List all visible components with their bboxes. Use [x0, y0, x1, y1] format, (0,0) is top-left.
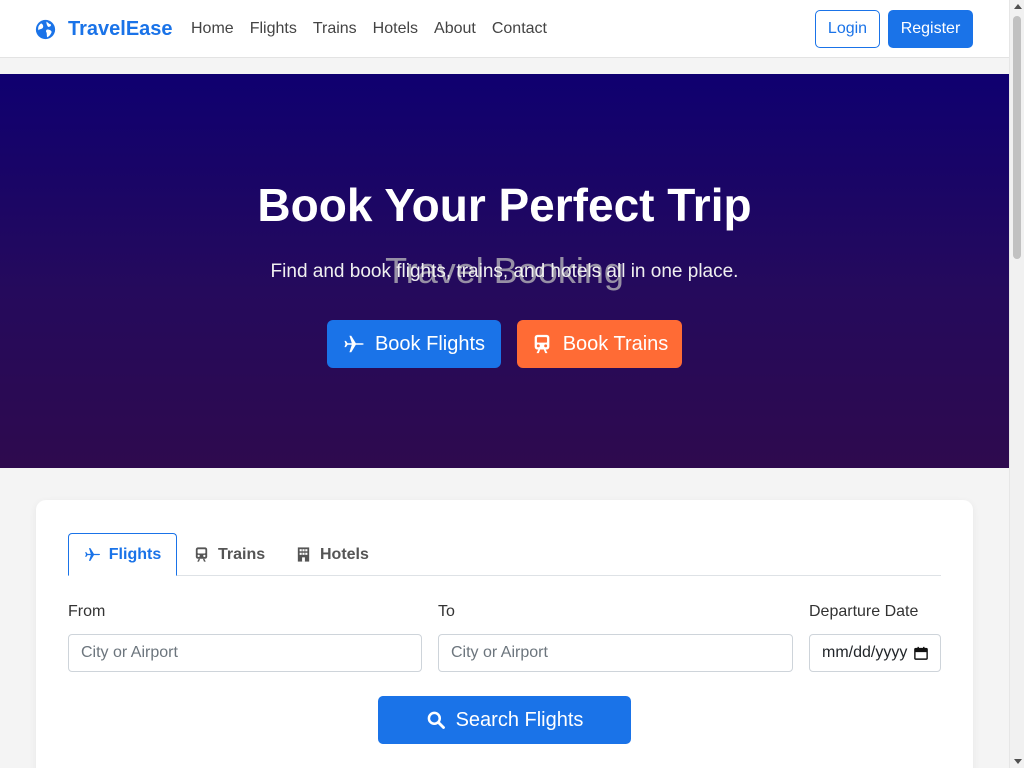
book-flights-button[interactable]: Book Flights: [327, 320, 501, 368]
scroll-up-arrow-icon[interactable]: [1014, 4, 1022, 9]
page-scrollbar[interactable]: [1009, 0, 1024, 768]
tab-trains-label: Trains: [218, 545, 266, 563]
plane-icon: [344, 335, 364, 353]
search-flights-button[interactable]: Search Flights: [378, 696, 631, 744]
nav-link-home[interactable]: Home: [183, 20, 242, 38]
plane-icon: [84, 548, 100, 561]
departure-date-label: Departure Date: [809, 603, 919, 620]
brand-logo[interactable]: TravelEase: [35, 0, 173, 58]
hero-subtitle: Find and book flights, trains, and hotel…: [270, 261, 739, 282]
tab-flights[interactable]: Flights: [68, 533, 177, 576]
train-icon: [534, 334, 550, 354]
tab-hotels[interactable]: Hotels: [295, 533, 369, 576]
register-button[interactable]: Register: [888, 10, 973, 48]
scrollbar-thumb[interactable]: [1013, 16, 1021, 259]
from-input[interactable]: City or Airport: [68, 634, 422, 672]
search-card: Flights Trains Hotels From City or Airpo…: [36, 500, 973, 768]
globe-icon: [35, 19, 56, 39]
search-flights-label: Search Flights: [455, 708, 584, 731]
to-input[interactable]: City or Airport: [438, 634, 793, 672]
to-label: To: [438, 603, 455, 620]
tab-trains[interactable]: Trains: [193, 533, 265, 576]
departure-date-value: mm/dd/yyyy: [822, 644, 908, 661]
nav-link-about[interactable]: About: [426, 20, 484, 38]
search-tabs: Flights Trains Hotels: [68, 533, 941, 576]
nav-link-hotels[interactable]: Hotels: [365, 20, 426, 38]
hero-section: Book Your Perfect Trip Travel Booking Fi…: [0, 74, 1009, 468]
scroll-down-arrow-icon[interactable]: [1014, 759, 1022, 764]
top-navbar: TravelEase Home Flights Trains Hotels Ab…: [0, 0, 1009, 58]
brand-name: TravelEase: [68, 17, 173, 40]
search-icon: [427, 711, 445, 729]
train-icon: [195, 547, 208, 562]
hero-title: Book Your Perfect Trip: [257, 179, 752, 231]
nav-link-trains[interactable]: Trains: [305, 20, 365, 38]
departure-date-input[interactable]: mm/dd/yyyy: [809, 634, 941, 672]
tab-hotels-label: Hotels: [320, 545, 369, 563]
book-trains-button[interactable]: Book Trains: [517, 320, 682, 368]
book-flights-label: Book Flights: [374, 332, 486, 355]
building-icon: [297, 547, 310, 562]
book-trains-label: Book Trains: [562, 332, 669, 355]
nav-links: Home Flights Trains Hotels About Contact: [183, 0, 555, 58]
nav-link-flights[interactable]: Flights: [242, 20, 305, 38]
login-button[interactable]: Login: [815, 10, 880, 48]
nav-link-contact[interactable]: Contact: [484, 20, 555, 38]
calendar-icon[interactable]: [914, 646, 928, 660]
tab-flights-label: Flights: [108, 545, 162, 563]
from-label: From: [68, 603, 106, 620]
